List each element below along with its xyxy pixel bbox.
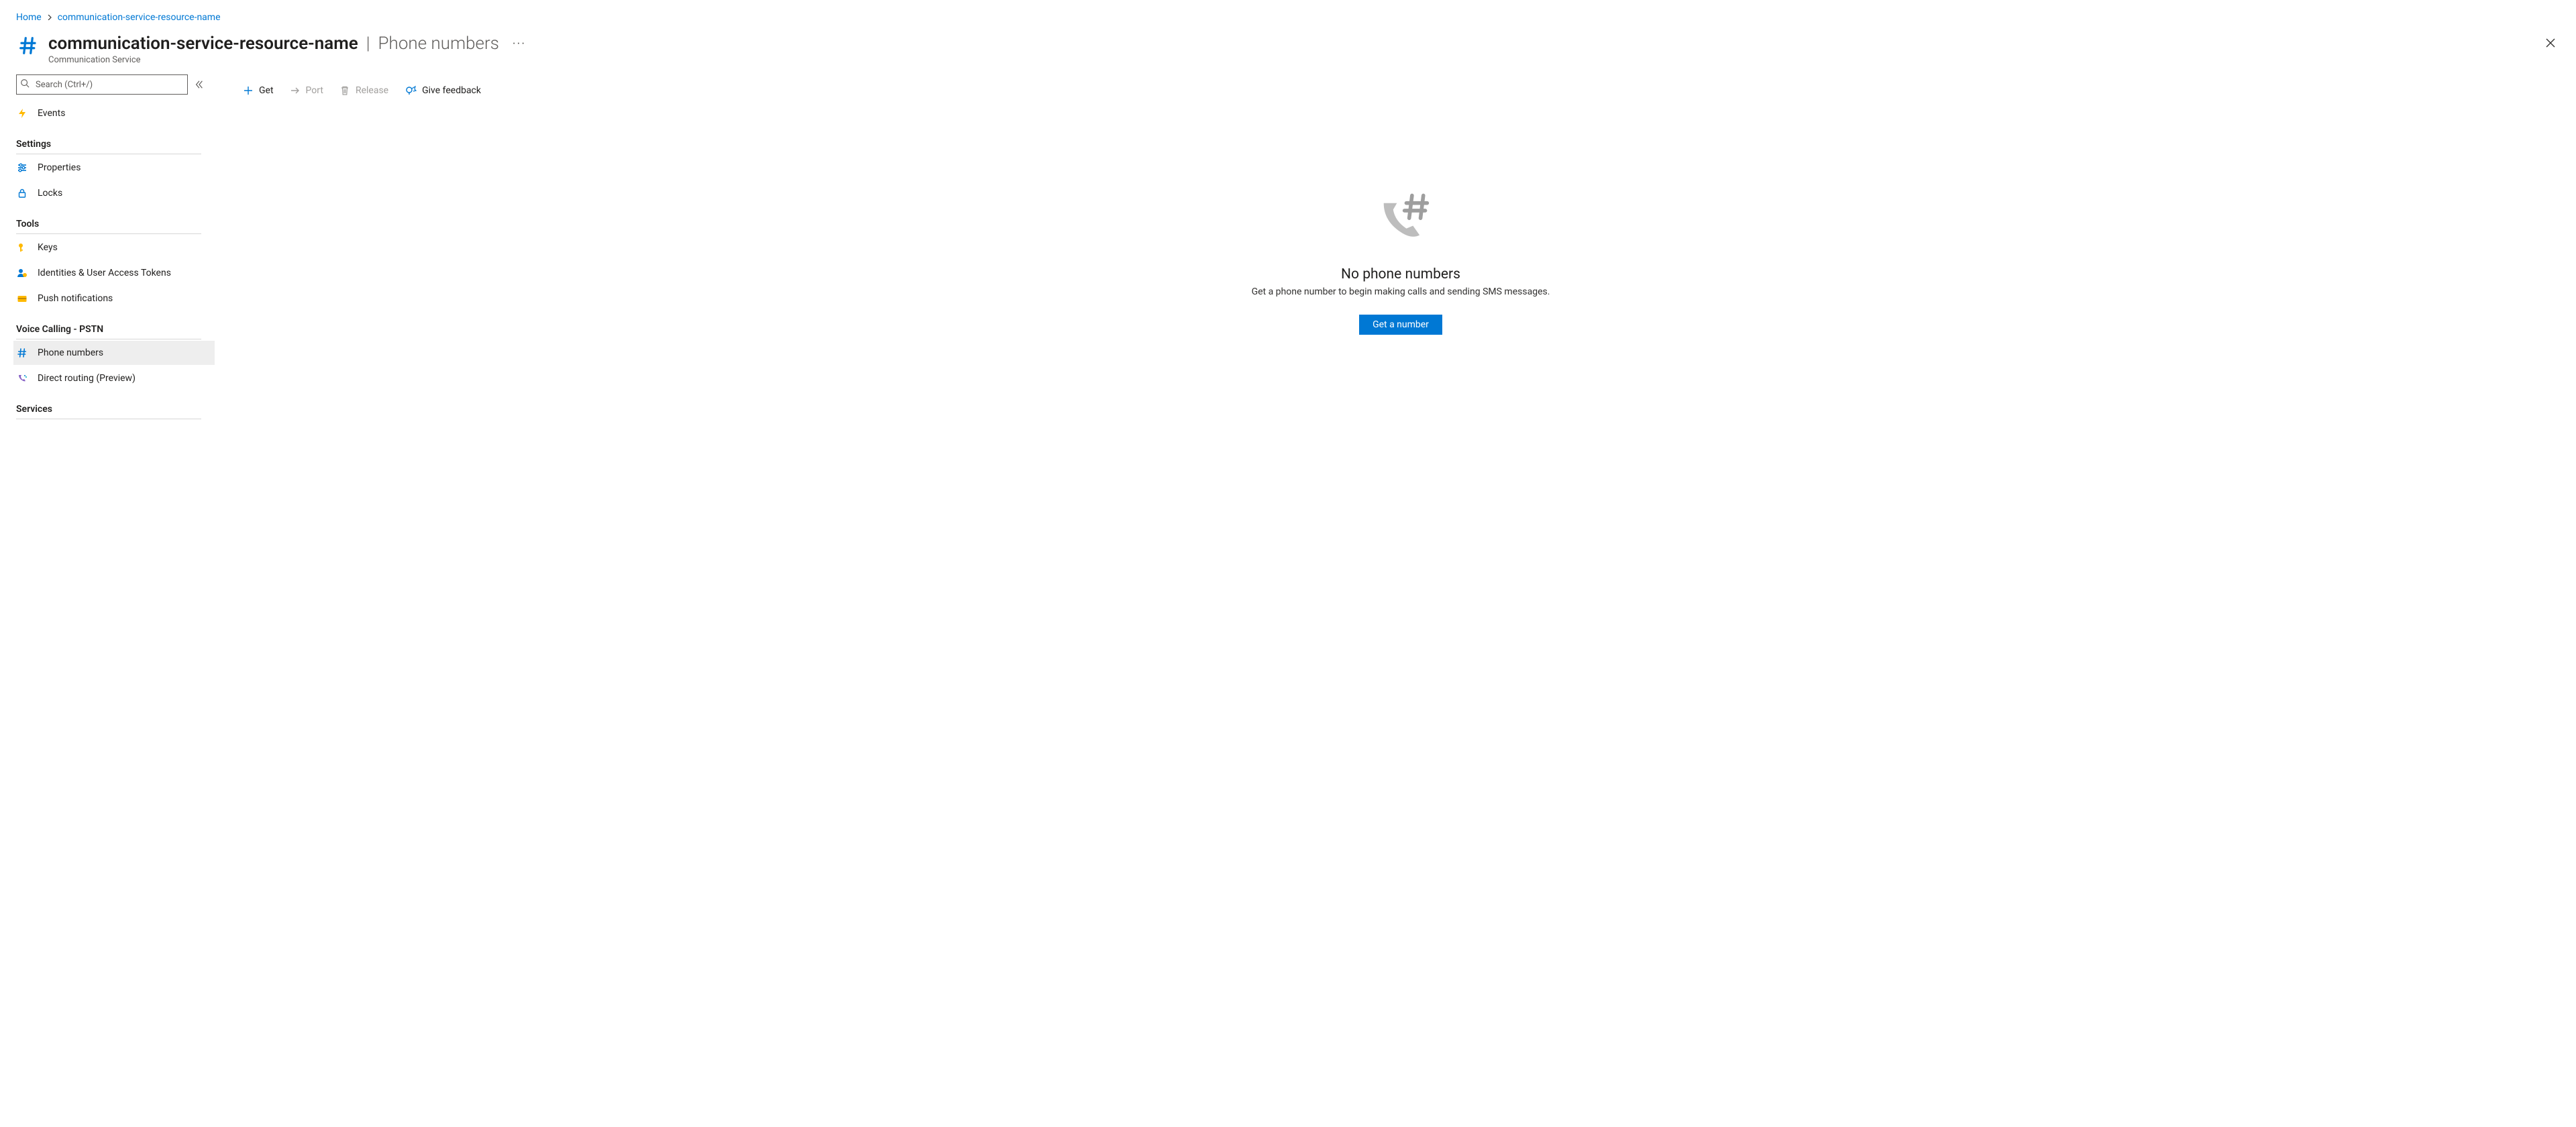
sidebar-item-direct-routing[interactable]: Direct routing (Preview) [13, 366, 215, 390]
toolbar-label: Get [259, 85, 274, 96]
sidebar-item-label: Events [38, 108, 65, 119]
sidebar-item-label: Properties [38, 162, 80, 173]
sidebar-item-push-notifications[interactable]: Push notifications [13, 286, 215, 311]
sidebar-item-identities[interactable]: Identities & User Access Tokens [13, 261, 215, 285]
sliders-icon [16, 162, 28, 174]
sidebar-item-events[interactable]: Events [13, 101, 215, 125]
sidebar-item-locks[interactable]: Locks [13, 181, 215, 205]
sidebar-item-label: Phone numbers [38, 347, 103, 358]
port-button: Port [288, 83, 325, 99]
empty-state: No phone numbers Get a phone number to b… [241, 109, 2560, 1127]
page-title-resource: communication-service-resource-name [48, 34, 358, 54]
sidebar-item-label: Push notifications [38, 293, 113, 304]
plus-icon [243, 85, 254, 96]
toolbar: Get Port Release [241, 72, 2560, 109]
sidebar-item-label: Keys [38, 242, 58, 253]
breadcrumb-resource[interactable]: communication-service-resource-name [58, 12, 221, 23]
sidebar-group-settings: Settings [16, 139, 201, 154]
trash-icon [339, 85, 350, 96]
person-token-icon [16, 267, 28, 279]
close-button[interactable] [2541, 34, 2560, 52]
more-icon[interactable]: ··· [507, 34, 531, 54]
feedback-icon [405, 85, 417, 97]
sidebar: Events Settings Properties Locks [0, 72, 217, 1127]
arrow-right-icon [290, 85, 301, 96]
lightning-icon [16, 107, 28, 119]
release-button: Release [338, 83, 390, 99]
page-title-page: Phone numbers [378, 34, 499, 54]
toolbar-label: Release [356, 85, 388, 96]
sidebar-item-properties[interactable]: Properties [13, 156, 215, 180]
sidebar-item-label: Direct routing (Preview) [38, 373, 136, 384]
collapse-sidebar-button[interactable] [195, 80, 204, 89]
sidebar-item-label: Identities & User Access Tokens [38, 268, 171, 278]
sidebar-item-label: Locks [38, 188, 62, 199]
sidebar-group-voice-calling: Voice Calling - PSTN [16, 324, 201, 339]
empty-state-title: No phone numbers [1341, 266, 1460, 282]
resource-type-label: Communication Service [48, 55, 531, 65]
breadcrumb-separator [47, 12, 52, 23]
search-icon [20, 78, 30, 91]
toolbar-label: Port [306, 85, 323, 96]
page-header: communication-service-resource-name | Ph… [0, 28, 2576, 72]
phone-routing-icon [16, 372, 28, 384]
phone-hash-icon [1371, 190, 1431, 253]
lock-icon [16, 187, 28, 199]
sidebar-group-tools: Tools [16, 219, 201, 234]
breadcrumb-home[interactable]: Home [16, 12, 42, 23]
main-content: Get Port Release [217, 72, 2576, 1127]
sidebar-item-phone-numbers[interactable]: Phone numbers [13, 341, 215, 365]
card-icon [16, 292, 28, 305]
key-icon [16, 241, 28, 254]
hash-icon [16, 34, 40, 58]
breadcrumb: Home communication-service-resource-name [0, 0, 2576, 28]
search-input[interactable] [16, 74, 188, 95]
get-a-number-button[interactable]: Get a number [1359, 315, 1442, 335]
hash-icon [16, 347, 28, 359]
get-button[interactable]: Get [241, 83, 275, 99]
empty-state-text: Get a phone number to begin making calls… [1252, 286, 1550, 297]
page-title-separator: | [366, 34, 370, 54]
give-feedback-button[interactable]: Give feedback [403, 82, 482, 99]
toolbar-label: Give feedback [422, 85, 481, 96]
sidebar-item-keys[interactable]: Keys [13, 235, 215, 260]
sidebar-group-services: Services [16, 404, 201, 419]
